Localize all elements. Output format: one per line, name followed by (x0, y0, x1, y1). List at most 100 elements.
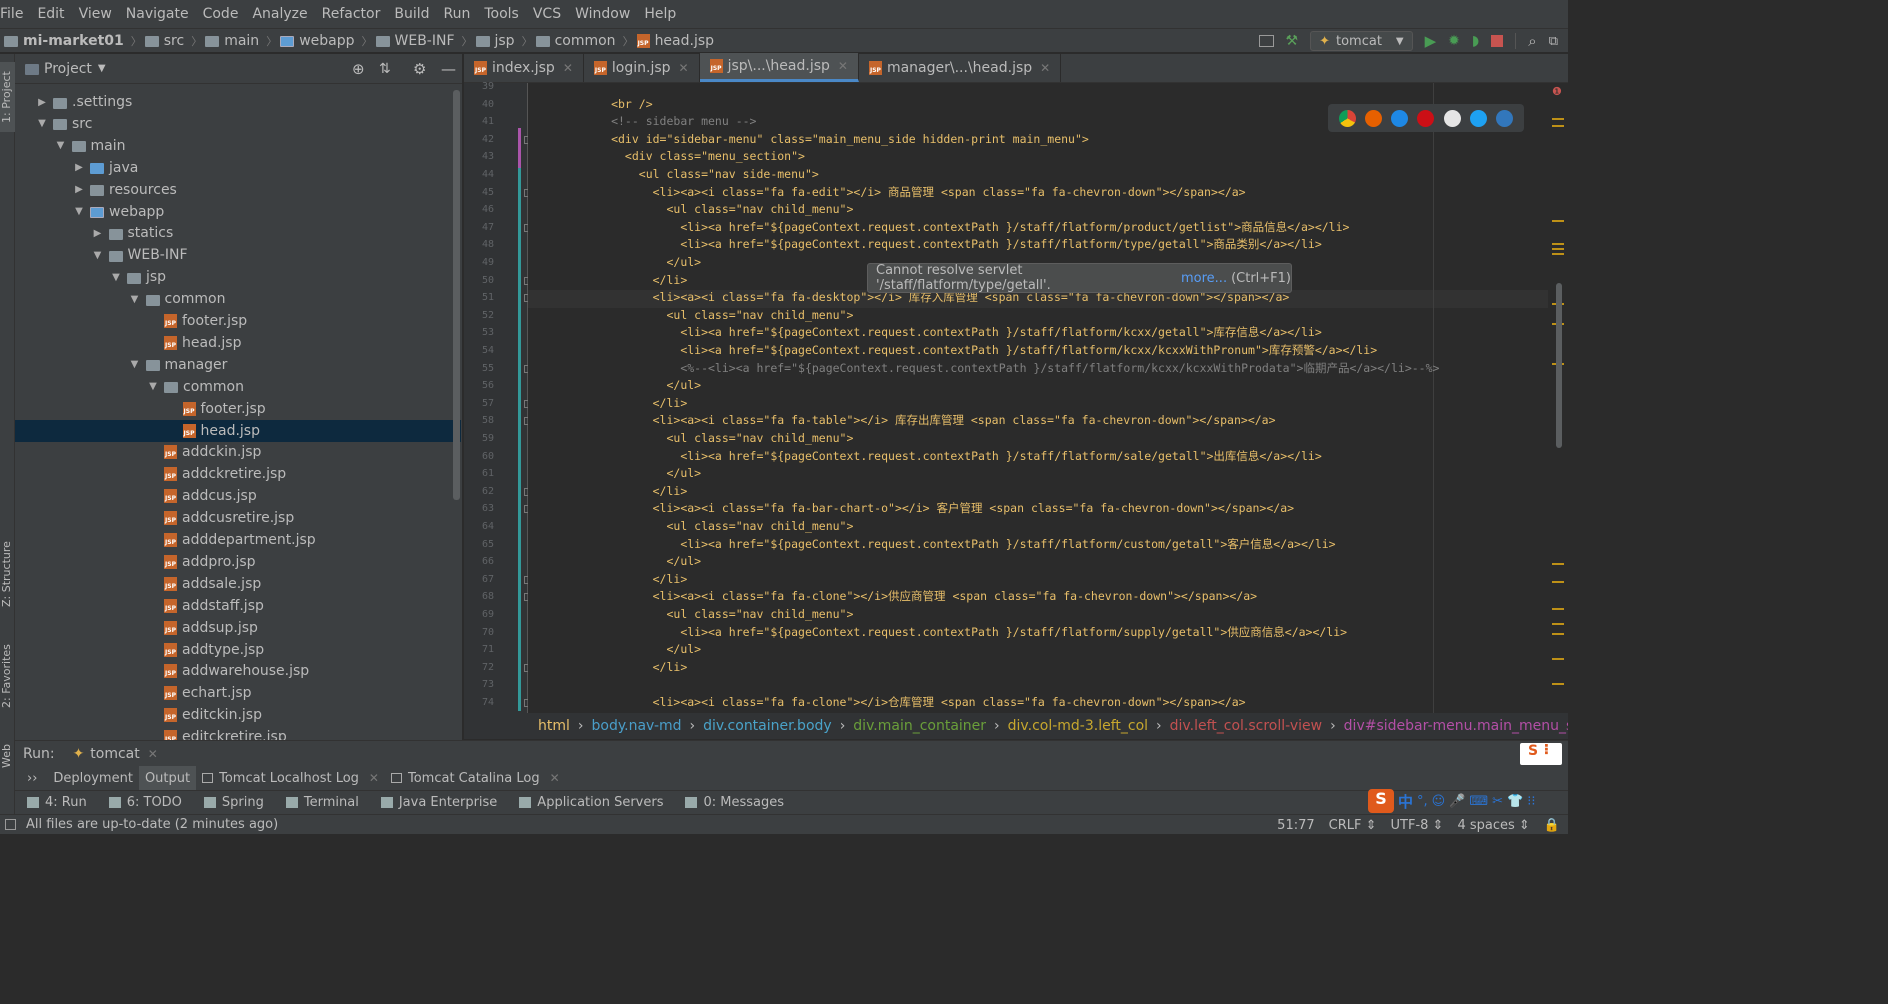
project-view-select[interactable]: Project (44, 61, 92, 77)
chevron-right-icon[interactable]: ▶ (91, 228, 105, 239)
editor-tab[interactable]: JSP manager\...\head.jsp ✕ (859, 53, 1062, 82)
tool-window-button[interactable]: 4: Run (27, 795, 87, 810)
line-separator[interactable]: CRLF ⇕ (1329, 818, 1377, 833)
breadcrumb-item[interactable]: div.main_container (853, 718, 986, 734)
layout-icon[interactable] (1258, 35, 1274, 47)
tool-window-button[interactable]: Java Enterprise (380, 795, 497, 810)
breadcrumb-src[interactable]: 〉 src (128, 33, 184, 49)
file-item[interactable]: JSP editckin.jsp (15, 704, 461, 726)
breadcrumb-webapp[interactable]: 〉 webapp (263, 33, 354, 49)
menu-view[interactable]: View (79, 6, 118, 22)
menu-edit[interactable]: Edit (37, 6, 70, 22)
warning-marker[interactable] (1552, 581, 1564, 583)
sogou-icon[interactable]: S (1368, 789, 1394, 813)
file-encoding[interactable]: UTF-8 ⇕ (1391, 818, 1444, 833)
file-item[interactable]: JSP addsup.jsp (15, 617, 461, 639)
opera-icon[interactable] (1417, 109, 1435, 127)
indent-setting[interactable]: 4 spaces ⇕ (1457, 818, 1529, 833)
file-item[interactable]: JSP addtype.jsp (15, 639, 461, 661)
punct-icon[interactable]: °, (1417, 794, 1428, 809)
breadcrumb-item[interactable]: div.container.body (703, 718, 832, 734)
menu-tools[interactable]: Tools (484, 6, 525, 22)
collapse-icon[interactable]: ⇅ (379, 61, 391, 77)
search-icon[interactable]: ⌕ (1528, 32, 1536, 50)
chevron-down-icon[interactable]: ▼ (128, 359, 142, 370)
close-icon[interactable]: ✕ (1040, 61, 1050, 75)
folder-item[interactable]: ▶ resources (15, 179, 461, 201)
folder-item[interactable]: ▶ java (15, 157, 461, 179)
warning-marker[interactable] (1552, 563, 1564, 565)
warning-marker[interactable] (1552, 125, 1564, 127)
hide-icon[interactable]: — (441, 60, 456, 78)
locate-icon[interactable]: ⊕ (352, 60, 365, 78)
debug-icon[interactable]: ✹ (1448, 33, 1460, 49)
chevron-down-icon[interactable]: ▼ (35, 118, 49, 129)
run-icon[interactable]: ▶ (1425, 32, 1437, 50)
close-icon[interactable]: ✕ (563, 61, 573, 75)
chevron-right-icon[interactable]: ▶ (35, 97, 49, 108)
tab-structure-tool[interactable]: Z: Structure (0, 534, 15, 614)
warning-marker[interactable] (1552, 220, 1564, 222)
warning-marker[interactable] (1552, 253, 1564, 255)
folder-item[interactable]: ▶ statics (15, 222, 461, 244)
file-item[interactable]: JSP addstaff.jsp (15, 595, 461, 617)
warning-marker[interactable] (1552, 623, 1564, 625)
ie-icon[interactable] (1470, 109, 1488, 127)
tab-web-tool[interactable]: Web (0, 736, 15, 776)
close-icon[interactable]: ✕ (148, 747, 158, 761)
breadcrumb-item[interactable]: body.nav-md (592, 718, 682, 734)
yandex-icon[interactable] (1443, 109, 1461, 127)
run-tab[interactable]: Tomcat Catalina Log ✕ (385, 766, 566, 790)
warning-marker[interactable] (1552, 658, 1564, 660)
breadcrumb-jsp[interactable]: 〉 jsp (459, 33, 515, 49)
error-stripe[interactable]: ❶ (1548, 83, 1568, 713)
breadcrumb-common[interactable]: 〉 common (519, 33, 616, 49)
menu-vcs[interactable]: VCS (533, 6, 567, 22)
file-item[interactable]: JSP addckin.jsp (15, 441, 461, 463)
editor-tab[interactable]: JSP login.jsp ✕ (584, 53, 700, 82)
warning-marker[interactable] (1552, 683, 1564, 685)
ime-mode[interactable]: 中 (1398, 791, 1413, 812)
file-item[interactable]: JSP addcusretire.jsp (15, 507, 461, 529)
warning-marker[interactable] (1552, 608, 1564, 610)
breadcrumb-item[interactable]: div.col-md-3.left_col (1008, 718, 1148, 734)
close-icon[interactable]: ✕ (838, 59, 848, 73)
chevron-down-icon[interactable]: ▼ (54, 140, 68, 151)
folder-item[interactable]: ▼ common (15, 288, 461, 310)
warning-marker[interactable] (1552, 633, 1564, 635)
editor-tab[interactable]: JSP jsp\...\head.jsp ✕ (699, 53, 859, 82)
chevron-down-icon[interactable]: ▼ (72, 206, 86, 217)
folder-item[interactable]: ▼ WEB-INF (15, 244, 461, 266)
menu-window[interactable]: Window (575, 6, 636, 22)
status-toggle-icon[interactable] (5, 819, 16, 830)
emoji-icon[interactable]: ☺ (1432, 794, 1446, 809)
close-icon[interactable]: ✕ (679, 61, 689, 75)
expand-icon[interactable]: ›› (27, 771, 37, 786)
firefox-icon[interactable] (1364, 109, 1382, 127)
menu-file[interactable]: File (0, 6, 29, 22)
breadcrumb-item[interactable]: div.left_col.scroll-view (1170, 718, 1322, 734)
lock-icon[interactable]: 🔒 (1544, 818, 1560, 833)
menu-build[interactable]: Build (394, 6, 435, 22)
tool-window-button[interactable]: Spring (203, 795, 264, 810)
file-item[interactable]: JSP editckretire.jsp (15, 726, 461, 740)
file-item[interactable]: JSP addckretire.jsp (15, 463, 461, 485)
chrome-icon[interactable] (1338, 109, 1356, 127)
run-config-select[interactable]: ✦ tomcat ▼ (1310, 31, 1413, 51)
tab-favorites-tool[interactable]: 2: Favorites (0, 639, 15, 714)
folder-item[interactable]: ▼ common (15, 376, 461, 398)
folder-item[interactable]: ▼ main (15, 135, 461, 157)
warning-marker[interactable] (1552, 248, 1564, 250)
folder-item[interactable]: ▼ jsp (15, 266, 461, 288)
edge-icon[interactable] (1496, 109, 1514, 127)
breadcrumb-web-inf[interactable]: 〉 WEB-INF (359, 33, 455, 49)
power-save-icon[interactable]: ⧉ (1549, 34, 1558, 49)
chevron-right-icon[interactable]: ▶ (72, 184, 86, 195)
caret-position[interactable]: 51:77 (1277, 818, 1314, 833)
grid-icon[interactable]: ⁝⁝ (1527, 794, 1535, 809)
file-item[interactable]: JSP echart.jsp (15, 682, 461, 704)
coverage-icon[interactable]: ◗ (1472, 33, 1479, 49)
file-item[interactable]: JSP footer.jsp (15, 398, 461, 420)
menu-refactor[interactable]: Refactor (322, 6, 387, 22)
skin-icon[interactable]: 👕 (1507, 794, 1523, 809)
